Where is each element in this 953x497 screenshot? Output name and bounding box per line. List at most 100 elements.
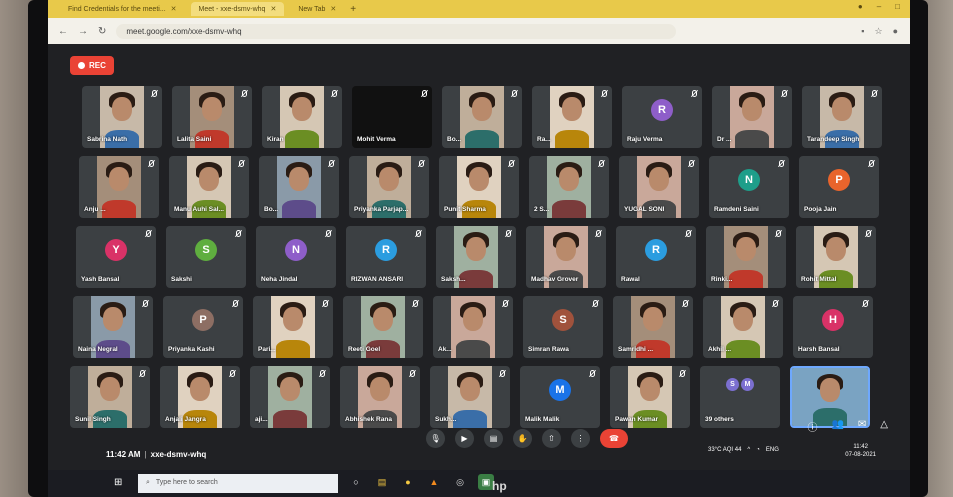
participant-tile[interactable]: 2 S...	[529, 156, 609, 218]
raise-hand-button[interactable]: ✋	[513, 429, 532, 448]
present-button[interactable]: ⇧	[542, 429, 561, 448]
chrome-icon[interactable]: ●	[400, 474, 416, 490]
end-call-button[interactable]: ☎	[600, 429, 628, 448]
person-face	[831, 97, 852, 122]
participant-tile[interactable]: R RIZWAN ANSARI	[346, 226, 426, 288]
participant-tile[interactable]: Sabrina Nath	[82, 86, 162, 148]
browser-tab-active[interactable]: Meet - xxe-dsmv-whq ✕	[190, 2, 285, 16]
reload-icon[interactable]: ↻	[98, 26, 106, 37]
participant-name: Lalita Saini	[177, 136, 212, 143]
star-icon[interactable]: ☆	[874, 26, 882, 37]
new-tab-icon[interactable]: +	[350, 4, 356, 15]
participant-tile[interactable]: Tarandeep Singh	[802, 86, 882, 148]
participant-tile[interactable]: S Simran Rawa	[523, 296, 603, 358]
camera-button[interactable]: ▶	[455, 429, 474, 448]
participant-tile[interactable]: Anju ...	[79, 156, 159, 218]
taskbar-search-box[interactable]: ⌕ Type here to search	[138, 474, 338, 493]
participant-tile[interactable]: H Harsh Bansal	[793, 296, 873, 358]
close-icon[interactable]: ✕	[171, 5, 177, 13]
participant-tile[interactable]: Priyanka Parjap...	[349, 156, 429, 218]
participant-tile[interactable]: Bo...	[259, 156, 339, 218]
participant-tile[interactable]: Pawan Kumar	[610, 366, 690, 428]
meeting-code: xxe-dsmv-whq	[150, 450, 207, 459]
participant-name: Punit Sharma	[444, 206, 486, 213]
participant-tile[interactable]: Saksh...	[436, 226, 516, 288]
profile-icon[interactable]: ●	[893, 26, 898, 37]
browser-tab[interactable]: Find Credentials for the meeti... ✕	[60, 2, 185, 16]
file-explorer-icon[interactable]: ▤	[374, 474, 390, 490]
close-icon[interactable]: ✕	[330, 5, 336, 13]
captions-button[interactable]: ▤	[484, 429, 503, 448]
participant-tile[interactable]: Pari...	[253, 296, 333, 358]
person-face	[735, 237, 756, 262]
participant-tile[interactable]: Kiran	[262, 86, 342, 148]
participant-tile[interactable]: S Sakshi	[166, 226, 246, 288]
chevron-up-icon[interactable]: ^	[747, 447, 750, 453]
participant-tile[interactable]: Anjali Jangra	[160, 366, 240, 428]
account-icon[interactable]: ●	[858, 2, 863, 11]
people-icon[interactable]: 👥	[831, 419, 843, 434]
participant-tile[interactable]: YUGAL SONI	[619, 156, 699, 218]
language-indicator[interactable]: ENG	[766, 447, 779, 453]
participant-tile[interactable]: Reeti Goel	[343, 296, 423, 358]
participant-tile[interactable]: P Priyanka Kashi	[163, 296, 243, 358]
participant-tile[interactable]: Punit Sharma	[439, 156, 519, 218]
person-body	[281, 200, 316, 218]
url-field[interactable]: meet.google.com/xxe-dsmv-whq	[116, 23, 677, 39]
windows-start-icon[interactable]: ⊞	[114, 477, 122, 488]
participant-tile[interactable]: Ak...	[433, 296, 513, 358]
participant-tile[interactable]: Sunil Singh	[70, 366, 150, 428]
participant-tile[interactable]: R Rawal	[616, 226, 696, 288]
participant-tile[interactable]: aji...	[250, 366, 330, 428]
mic-muted-icon	[686, 230, 691, 237]
participant-tile[interactable]: N Neha Jindal	[256, 226, 336, 288]
activities-icon[interactable]: △	[880, 419, 888, 434]
avatar: R	[645, 239, 667, 261]
participant-tile[interactable]: Ra...	[532, 86, 612, 148]
forward-icon[interactable]: →	[78, 26, 88, 37]
microphone-button[interactable]: 🎙	[426, 429, 445, 448]
participant-tile[interactable]: M Malik Malik	[520, 366, 600, 428]
participant-tile[interactable]: Madhav Grover	[526, 226, 606, 288]
participant-tile[interactable]: Rinki...	[706, 226, 786, 288]
participant-tile[interactable]: Abhishek Rana	[340, 366, 420, 428]
app-icon[interactable]: ◎	[452, 474, 468, 490]
mic-muted-icon	[779, 160, 784, 167]
minimize-icon[interactable]: –	[877, 2, 881, 11]
participant-tile[interactable]: Naina Negral	[73, 296, 153, 358]
participant-tile[interactable]: Manu Auhi Sal...	[169, 156, 249, 218]
participant-tile[interactable]: Bo...	[442, 86, 522, 148]
participant-tile[interactable]: Y Yash Bansal	[76, 226, 156, 288]
close-icon[interactable]: ✕	[270, 5, 276, 13]
participant-tile[interactable]: R Raju Verma	[622, 86, 702, 148]
participant-name: Neha Jindal	[261, 276, 298, 283]
participant-tile[interactable]: Dr ...	[712, 86, 792, 148]
maximize-icon[interactable]: □	[895, 2, 900, 11]
more-options-button[interactable]: ⋮	[571, 429, 590, 448]
clock-date: 07-08-2021	[845, 452, 876, 458]
avatar: M	[549, 379, 571, 401]
vlc-icon[interactable]: ▲	[426, 474, 442, 490]
participant-tile[interactable]: Samridhi ...	[613, 296, 693, 358]
mic-muted-icon	[689, 160, 694, 167]
participant-name: Bo...	[264, 206, 279, 213]
camera-indicator-icon[interactable]: ▪	[861, 26, 864, 37]
participant-tile[interactable]: S M 39 others	[700, 366, 780, 428]
system-clock[interactable]: 11:42 07-08-2021	[845, 443, 876, 459]
wifi-icon[interactable]: ◔	[756, 447, 760, 453]
avatar: S	[726, 378, 739, 391]
info-icon[interactable]: ⓘ	[807, 419, 817, 434]
browser-tab[interactable]: New Tab ✕	[290, 2, 344, 16]
participant-tile[interactable]: Sukh...	[430, 366, 510, 428]
participant-tile[interactable]: Lalita Saini	[172, 86, 252, 148]
rec-label: REC	[89, 61, 106, 70]
participant-tile[interactable]: P Pooja Jain	[799, 156, 879, 218]
task-view-icon[interactable]: ○	[348, 474, 364, 490]
chat-icon[interactable]: ✉	[858, 419, 866, 434]
participant-tile[interactable]: Akhil ...	[703, 296, 783, 358]
participant-tile[interactable]: Mohit Verma	[352, 86, 432, 148]
participant-tile[interactable]: N Ramdeni Saini	[709, 156, 789, 218]
back-icon[interactable]: ←	[58, 26, 68, 37]
participant-tile[interactable]: Rohit Mittal	[796, 226, 876, 288]
mic-muted-icon	[422, 90, 427, 97]
